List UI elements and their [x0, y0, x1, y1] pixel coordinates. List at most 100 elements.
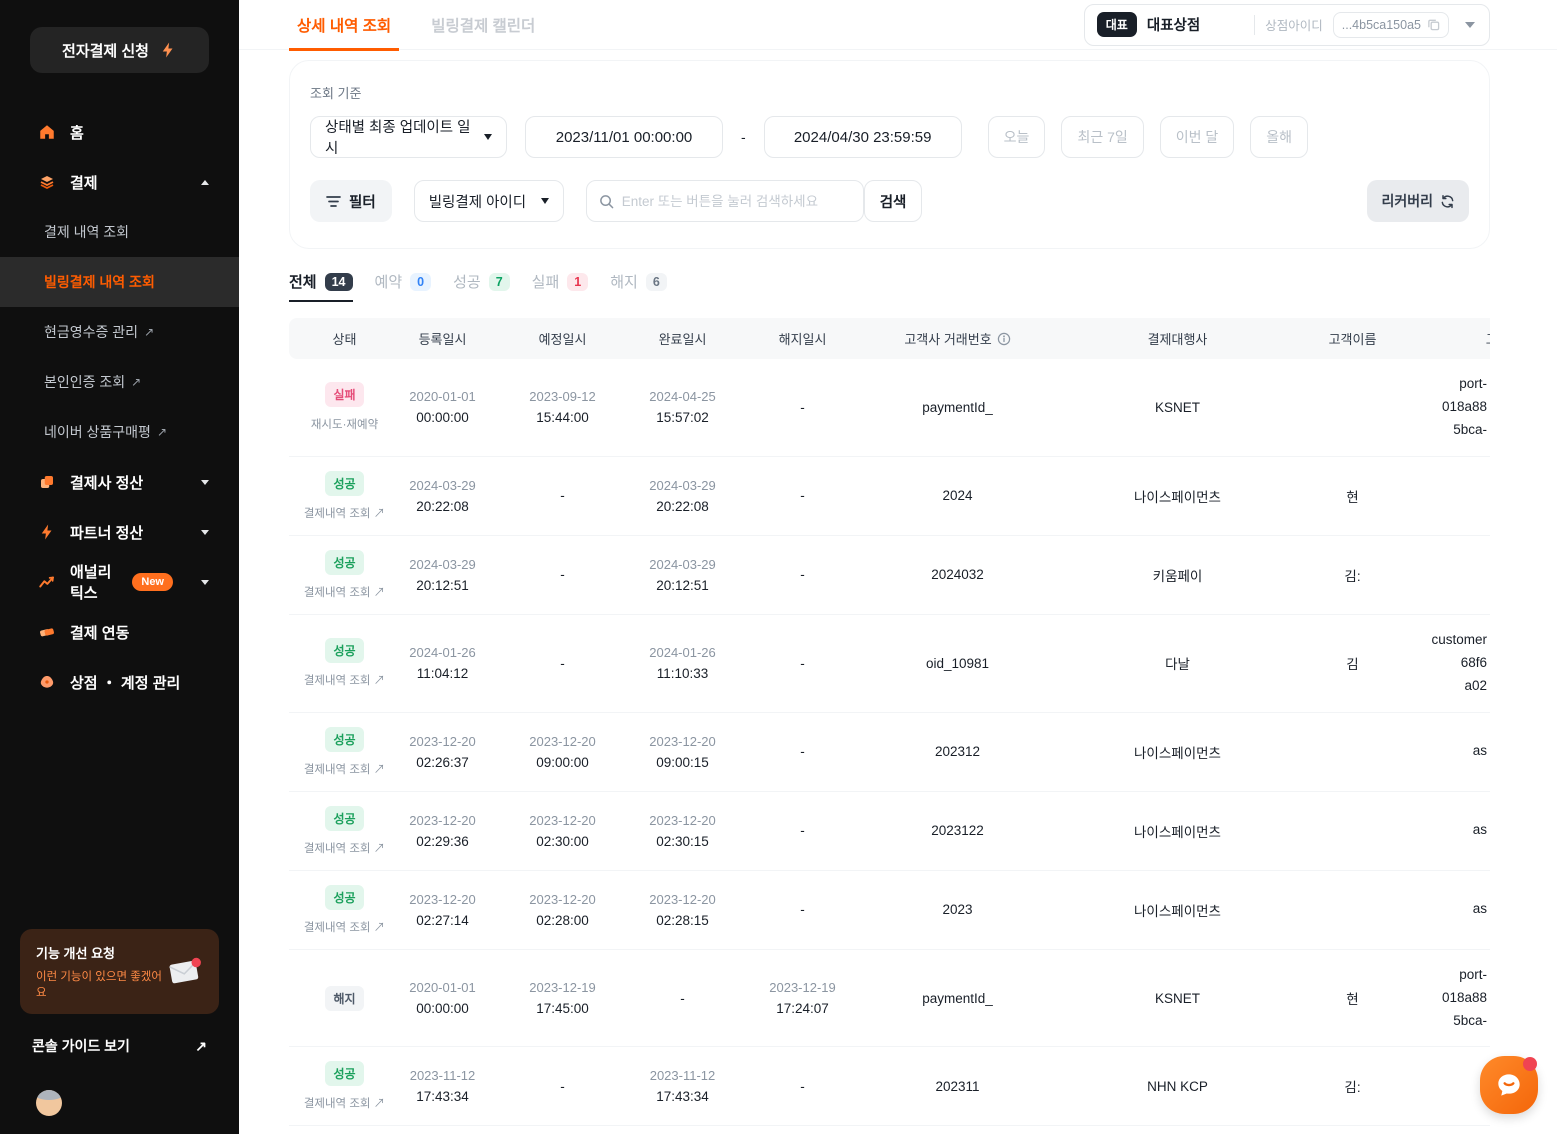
- search-input[interactable]: [622, 194, 851, 209]
- sidebar-item-label: 결제 연동: [70, 622, 129, 643]
- quick-range-today[interactable]: 오늘: [988, 116, 1046, 158]
- sidebar-group-pg-settlement[interactable]: 결제사 정산: [0, 457, 239, 507]
- pg-provider: KSNET: [1035, 1126, 1320, 1134]
- time-text: 00:00:00: [400, 1001, 485, 1016]
- time-text: 02:30:00: [485, 834, 640, 849]
- quick-range-this-month[interactable]: 이번 달: [1160, 116, 1235, 158]
- date-text: 2023-09-12: [485, 389, 640, 404]
- col-merchant-txn-label: 고객사 거래번호: [904, 329, 991, 348]
- feature-request-card[interactable]: 기능 개선 요청 이런 기능이 있으면 좋겠어요: [20, 929, 219, 1014]
- payment-detail-link[interactable]: 결제내역 조회 ↗: [289, 761, 400, 777]
- date-text: 2023-12-20: [400, 892, 485, 907]
- col-merchant-txn: 고객사 거래번호: [880, 318, 1035, 359]
- payment-detail-link[interactable]: 결제내역 조회 ↗: [289, 1095, 400, 1111]
- payment-detail-link[interactable]: 결제내역 조회 ↗: [289, 505, 400, 521]
- sidebar-item-billing-history[interactable]: 빌링결제 내역 조회: [0, 257, 239, 307]
- sidebar-item-identity-verification[interactable]: 본인인증 조회 ↗: [0, 357, 239, 407]
- search-button[interactable]: 검색: [864, 180, 923, 222]
- customer-id: as: [1385, 712, 1490, 791]
- chat-bubble-icon: [1493, 1069, 1525, 1101]
- filter-button[interactable]: 필터: [310, 180, 392, 222]
- quick-range-this-year[interactable]: 올해: [1250, 116, 1308, 158]
- time-text: 20:22:08: [640, 499, 725, 514]
- empty-dash: -: [725, 400, 880, 415]
- status-badge: 해지: [325, 986, 363, 1011]
- cancelled-datetime: -: [725, 359, 880, 456]
- filter-card: 조회 기준 상태별 최종 업데이트 일시 2023/11/01 00:00:00…: [289, 60, 1490, 249]
- merchant-txn-id: 2024032: [880, 535, 1035, 614]
- date-text: 2023-11-12: [640, 1068, 725, 1083]
- completed-datetime: -: [640, 949, 725, 1047]
- tab-detail-history[interactable]: 상세 내역 조회: [297, 0, 391, 50]
- status-tab-cancelled[interactable]: 해지 6: [610, 271, 667, 302]
- external-link-icon: ↗: [195, 1038, 207, 1055]
- merchant-txn-id: oid_10981: [880, 614, 1035, 712]
- sidebar-group-partner-settlement[interactable]: 파트너 정산: [0, 507, 239, 557]
- merchant-txn-id: paymentId_: [880, 1126, 1035, 1134]
- epayment-apply-button[interactable]: 전자결제 신청: [30, 27, 209, 73]
- console-guide-label: 콘솔 가이드 보기: [32, 1036, 130, 1056]
- store-id-pill[interactable]: ...4b5ca150a5: [1333, 12, 1449, 38]
- sidebar-item-payment-integration[interactable]: 결제 연동: [0, 607, 239, 657]
- sidebar-group-payment[interactable]: 결제: [0, 157, 239, 207]
- info-icon[interactable]: [997, 332, 1011, 346]
- payment-detail-link[interactable]: 결제내역 조회 ↗: [289, 584, 400, 600]
- pg-provider: 나이스페이먼츠: [1035, 870, 1320, 949]
- new-badge: New: [132, 573, 173, 591]
- sidebar-item-payment-history[interactable]: 결제 내역 조회: [0, 207, 239, 257]
- col-customer-id: 고객 아이디: [1385, 318, 1490, 359]
- cancelled-datetime: -: [725, 1047, 880, 1126]
- status-tab-failed[interactable]: 실패 1: [532, 271, 589, 302]
- payment-detail-link[interactable]: 결제내역 조회 ↗: [289, 672, 400, 688]
- sidebar-item-home[interactable]: 홈: [0, 107, 239, 157]
- chat-widget-button[interactable]: [1480, 1056, 1538, 1114]
- content: 조회 기준 상태별 최종 업데이트 일시 2023/11/01 00:00:00…: [239, 50, 1557, 1134]
- payment-detail-link[interactable]: 결제내역 조회 ↗: [289, 919, 400, 935]
- criteria-select[interactable]: 상태별 최종 업데이트 일시: [310, 116, 507, 158]
- documents-icon: [38, 473, 56, 491]
- completed-datetime: 2024-03-2920:12:51: [640, 535, 725, 614]
- merchant-txn-id: paymentId_: [880, 359, 1035, 456]
- tab-billing-calendar[interactable]: 빌링결제 캘린더: [431, 0, 535, 50]
- date-text: 2023-12-20: [400, 813, 485, 828]
- status-cell: 성공결제내역 조회 ↗: [289, 870, 400, 949]
- status-tab-all[interactable]: 전체 14: [289, 271, 353, 302]
- sidebar-item-store-account[interactable]: 상점 ・ 계정 관리: [0, 657, 239, 707]
- time-text: 09:00:15: [640, 755, 725, 770]
- table-row: 성공결제내역 조회 ↗2023-12-2002:26:372023-12-200…: [289, 712, 1490, 791]
- chevron-down-icon: [201, 480, 209, 485]
- status-cell: 성공결제내역 조회 ↗: [289, 614, 400, 712]
- date-to-input[interactable]: 2024/04/30 23:59:59: [764, 116, 962, 158]
- cancelled-datetime: -: [725, 456, 880, 535]
- sidebar-group-analytics[interactable]: 애널리틱스 New: [0, 557, 239, 607]
- criteria-select-value: 상태별 최종 업데이트 일시: [325, 116, 472, 158]
- search-field-select[interactable]: 빌링결제 아이디: [414, 180, 564, 222]
- store-selector[interactable]: 대표 대표상점 상점아이디 ...4b5ca150a5: [1084, 4, 1490, 46]
- user-avatar[interactable]: [36, 1090, 62, 1116]
- search-field-value: 빌링결제 아이디: [429, 191, 526, 212]
- customer-name: 김: [1320, 614, 1385, 712]
- scheduled-datetime: 2023-11-1011:24:00: [485, 1126, 640, 1134]
- status-cell: 해지: [289, 949, 400, 1047]
- sidebar: 전자결제 신청 홈 결제 결제 내역 조회 빌링결제 내역 조회 현금영수증 관…: [0, 0, 239, 1134]
- status-tab-success[interactable]: 성공 7: [453, 271, 510, 302]
- cancelled-datetime: 2023-11-1001:35:55: [725, 1126, 880, 1134]
- payment-detail-link[interactable]: 결제내역 조회 ↗: [289, 840, 400, 856]
- registered-datetime: 2020-01-0100:00:00: [400, 1126, 485, 1134]
- console-guide-link[interactable]: 콘솔 가이드 보기 ↗: [20, 1036, 219, 1056]
- date-from-input[interactable]: 2023/11/01 00:00:00: [525, 116, 723, 158]
- col-customer-name: 고객이름: [1320, 318, 1385, 359]
- sidebar-group-label: 결제: [70, 172, 98, 193]
- status-tab-scheduled[interactable]: 예약 0: [375, 271, 432, 302]
- sidebar-item-naver-review[interactable]: 네이버 상품구매평 ↗: [0, 407, 239, 457]
- quick-range-7days[interactable]: 최근 7일: [1061, 116, 1143, 158]
- copy-icon: [1427, 18, 1440, 31]
- time-text: 02:28:15: [640, 913, 725, 928]
- recovery-button[interactable]: 리커버리: [1367, 180, 1469, 222]
- table-row: 성공결제내역 조회 ↗2023-12-2002:27:142023-12-200…: [289, 870, 1490, 949]
- sidebar-item-cash-receipt[interactable]: 현금영수증 관리 ↗: [0, 307, 239, 357]
- table-body: 실패재시도·재예약2020-01-0100:00:002023-09-1215:…: [289, 359, 1490, 1134]
- lightning-icon: [159, 41, 177, 59]
- customer-id: as: [1385, 870, 1490, 949]
- feature-request-title: 기능 개선 요청: [36, 943, 165, 962]
